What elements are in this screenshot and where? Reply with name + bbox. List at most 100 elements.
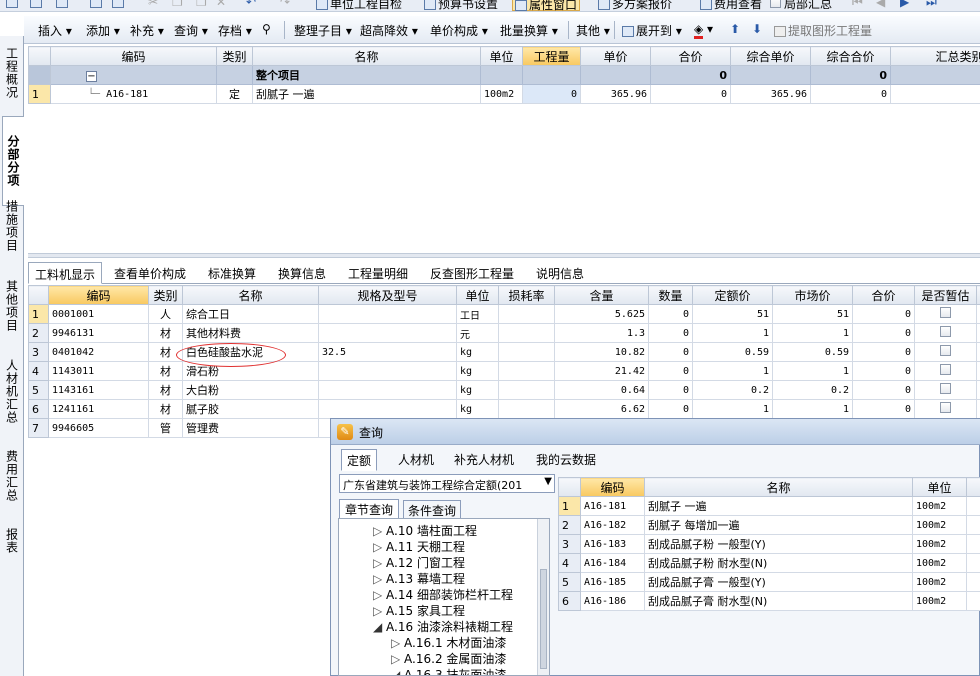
col-header-loss-rate[interactable]: 损耗率 (498, 285, 555, 305)
market-price-cell[interactable]: 0.59 (772, 342, 853, 362)
col-header[interactable] (558, 477, 581, 497)
pane-splitter[interactable] (28, 253, 980, 258)
col-header-quantity[interactable]: 工程量 (522, 46, 581, 66)
name-cell[interactable]: 刮腻子 每增加一遍 (644, 515, 913, 535)
tab-chapter-query[interactable]: 章节查询 (339, 499, 400, 519)
name-cell[interactable]: 刮成品腻子粉 耐水型(N) (644, 553, 913, 573)
open-icon[interactable] (56, 0, 70, 11)
type-cell[interactable]: 材 (148, 323, 183, 343)
tree-node[interactable]: ▷ A.16.1 木材面油漆 (391, 634, 506, 651)
query-button[interactable]: 查询 ▾ (174, 22, 208, 39)
quantity-cell[interactable]: 0 (648, 361, 693, 381)
col-header-comp-total[interactable]: 综合合价 (810, 46, 891, 66)
move-up-icon[interactable]: ⬆ (730, 22, 740, 36)
provisional-checkbox[interactable] (940, 326, 951, 337)
tab-measures[interactable]: 措施项目 (2, 191, 22, 261)
table-row[interactable]: 3 A16-183 刮成品腻子粉 一般型(Y) 100m2 (558, 534, 980, 554)
tab-description[interactable]: 说明信息 (530, 262, 590, 284)
redo-icon[interactable]: ↷ (280, 0, 290, 11)
paste-icon[interactable]: ❐ (196, 0, 207, 11)
quota-price-cell[interactable]: 1 (692, 399, 773, 419)
market-price-cell[interactable]: 1 (772, 323, 853, 343)
name-cell[interactable]: 腻子胶 (182, 399, 319, 419)
code-cell[interactable]: └─ A16-181 (50, 84, 217, 104)
save-all-icon[interactable] (112, 0, 126, 11)
archive-button[interactable]: 存档 ▾ (218, 22, 252, 39)
unit-cell[interactable]: 元 (456, 323, 499, 343)
col-header-provisional[interactable]: 是否暂估 (914, 285, 977, 305)
unit-cell[interactable]: kg (456, 361, 499, 381)
content-cell[interactable]: 1.3 (554, 323, 649, 343)
table-row[interactable]: 3 0401042 材白色硅酸盐水泥 32.5 kg 10.82 0 0.59 0.59 0 (28, 342, 980, 362)
total-cell[interactable]: 0 (852, 342, 915, 362)
tab-fee-summary[interactable]: 费用汇总 (2, 441, 22, 511)
tree-node[interactable]: ◢ A.16.3 抹灰面油漆 (391, 666, 506, 675)
add-button[interactable]: 添加 ▾ (86, 22, 120, 39)
tab-labor-material-summary[interactable]: 人材机汇总 (2, 351, 22, 431)
loss-rate-cell[interactable] (498, 361, 555, 381)
tab-report[interactable]: 报表 (2, 516, 22, 566)
summary-category-cell[interactable] (890, 84, 980, 104)
binoculars-icon[interactable]: ⚲ (262, 22, 271, 36)
supplement-button[interactable]: 补充 ▾ (130, 22, 164, 39)
unit-cell[interactable]: 100m2 (912, 534, 967, 554)
tab-conversion-info[interactable]: 换算信息 (272, 262, 332, 284)
copy-icon[interactable]: ❐ (172, 0, 183, 11)
tree-node[interactable]: ▷ A.12 门窗工程 (373, 554, 465, 571)
col-header-name[interactable]: 名称 (252, 46, 481, 66)
col-header-name[interactable]: 名称 (182, 285, 319, 305)
name-cell[interactable]: 刮成品腻子膏 一般型(Y) (644, 572, 913, 592)
unit-cell[interactable]: kg (456, 399, 499, 419)
batch-convert-button[interactable]: 批量换算 ▾ (500, 22, 558, 39)
code-cell[interactable]: 9946131 (48, 323, 149, 343)
tab-quantity-detail[interactable]: 工程量明细 (342, 262, 414, 284)
total-cell[interactable]: 0 (852, 399, 915, 419)
tab-quota[interactable]: 定额 (341, 449, 378, 471)
col-header-lock[interactable]: 锁 (976, 285, 980, 305)
self-check-button[interactable]: 单位工程自检 (316, 0, 402, 11)
expand-to-button[interactable]: 展开到 ▾ (622, 22, 682, 39)
lock-cell[interactable] (976, 304, 980, 324)
file-icon[interactable] (6, 0, 20, 11)
sort-items-button[interactable]: 整理子目 ▾ (294, 22, 352, 39)
lock-cell[interactable] (976, 399, 980, 419)
unit-cell[interactable]: 100m2 (912, 496, 967, 516)
content-cell[interactable]: 6.62 (554, 399, 649, 419)
unit-cell[interactable]: kg (456, 342, 499, 362)
market-price-cell[interactable]: 1 (772, 399, 853, 419)
col-header-price[interactable]: 单价 (580, 46, 651, 66)
unit-cell[interactable]: 工日 (456, 304, 499, 324)
price-cell[interactable]: 365.96 (580, 84, 651, 104)
partial-summary-button[interactable]: 局部汇总 (770, 0, 832, 11)
move-down-icon[interactable]: ⬇ (752, 22, 762, 36)
loss-rate-cell[interactable] (498, 342, 555, 362)
loss-rate-cell[interactable] (498, 323, 555, 343)
col-header-quota-price[interactable]: 定额价 (692, 285, 773, 305)
content-cell[interactable]: 5.625 (554, 304, 649, 324)
code-cell[interactable]: 9946605 (48, 418, 149, 438)
loss-rate-cell[interactable] (498, 380, 555, 400)
type-cell[interactable]: 材 (148, 399, 183, 419)
name-cell[interactable]: 刮腻子 一遍 (644, 496, 913, 516)
quantity-cell[interactable]: 0 (648, 323, 693, 343)
quota-price-cell[interactable]: 0.2 (692, 380, 773, 400)
table-row[interactable]: 6 A16-186 刮成品腻子膏 耐水型(N) 100m2 (558, 591, 980, 611)
tab-reverse-graphic-qty[interactable]: 反查图形工程量 (424, 262, 520, 284)
tab-labor-material-display[interactable]: 工料机显示 (28, 262, 103, 284)
fee-view-button[interactable]: 费用查看 (700, 0, 762, 11)
tree-node[interactable]: ▷ A.11 天棚工程 (373, 538, 465, 555)
quantity-cell[interactable]: 0 (648, 399, 693, 419)
name-cell[interactable]: 综合工日 (182, 304, 319, 324)
col-header-unit[interactable]: 单位 (456, 285, 499, 305)
tab-standard-conversion[interactable]: 标准换算 (202, 262, 262, 284)
spec-cell[interactable] (318, 323, 457, 343)
unit-cell[interactable]: 100m2 (912, 553, 967, 573)
lock-cell[interactable] (976, 323, 980, 343)
last-icon[interactable]: ⏭ (926, 0, 937, 11)
undo-icon[interactable]: ↶ (246, 0, 256, 11)
dialog-titlebar[interactable]: ✎ 查询 (331, 419, 980, 445)
code-cell[interactable]: A16-183 (580, 534, 645, 554)
total-cell[interactable]: 0 (852, 361, 915, 381)
group-toggle[interactable]: − (50, 65, 217, 85)
fill-color-icon[interactable]: ◈ ▾ (694, 22, 713, 39)
